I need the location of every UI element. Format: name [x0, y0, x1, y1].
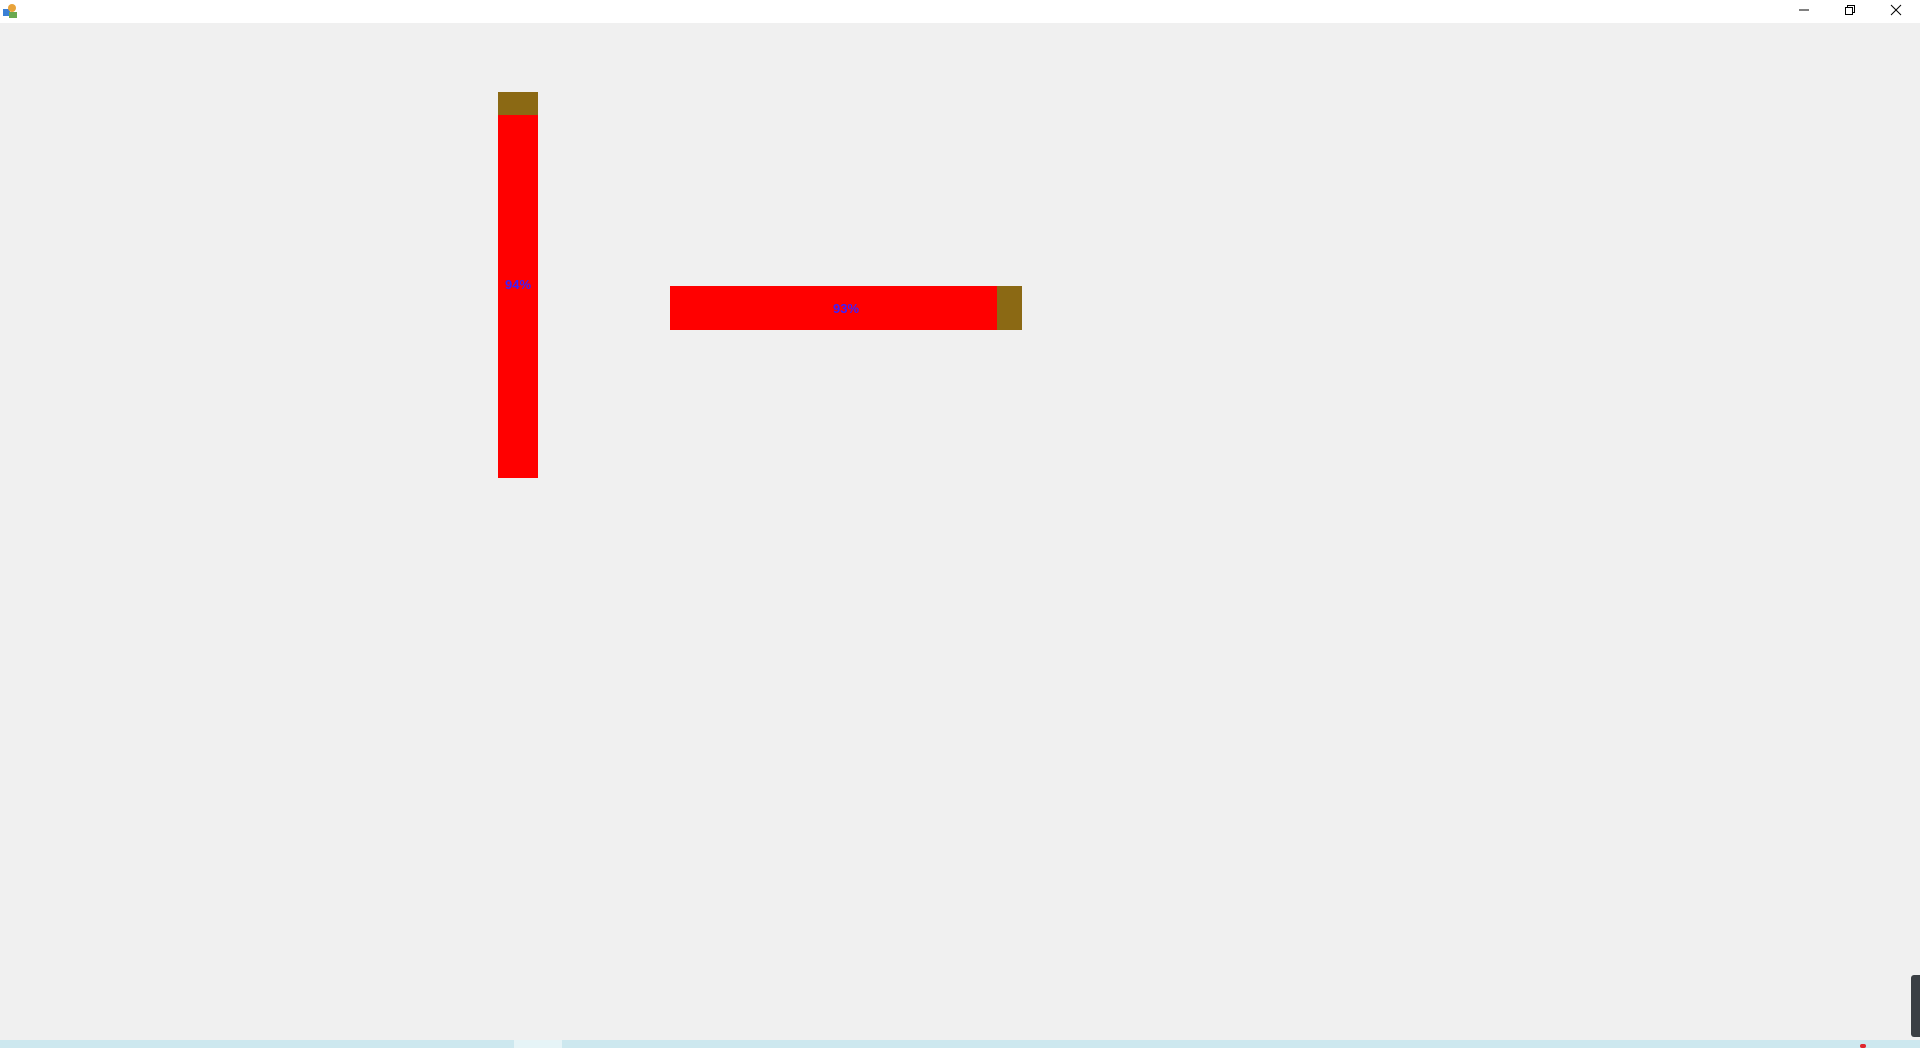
minimize-icon	[1798, 3, 1810, 21]
window-titlebar[interactable]	[0, 0, 1920, 23]
taskbar-app-button[interactable]	[514, 1040, 562, 1048]
taskbar	[0, 1040, 1920, 1048]
side-panel-handle[interactable]	[1911, 975, 1920, 1037]
restore-icon	[1844, 3, 1856, 21]
vertical-progress-bar: 94%	[498, 92, 538, 478]
minimize-button[interactable]	[1781, 0, 1827, 23]
restore-button[interactable]	[1827, 0, 1873, 23]
window-content: 94% 93%	[0, 23, 1920, 1040]
horizontal-progress-label: 93%	[832, 300, 860, 316]
close-button[interactable]	[1873, 0, 1919, 23]
tray-notification-badge	[1860, 1044, 1866, 1048]
horizontal-progress-bar: 93%	[670, 286, 1022, 330]
java-app-icon	[2, 3, 18, 19]
vertical-progress-label: 94%	[504, 277, 532, 292]
close-icon	[1890, 3, 1902, 21]
